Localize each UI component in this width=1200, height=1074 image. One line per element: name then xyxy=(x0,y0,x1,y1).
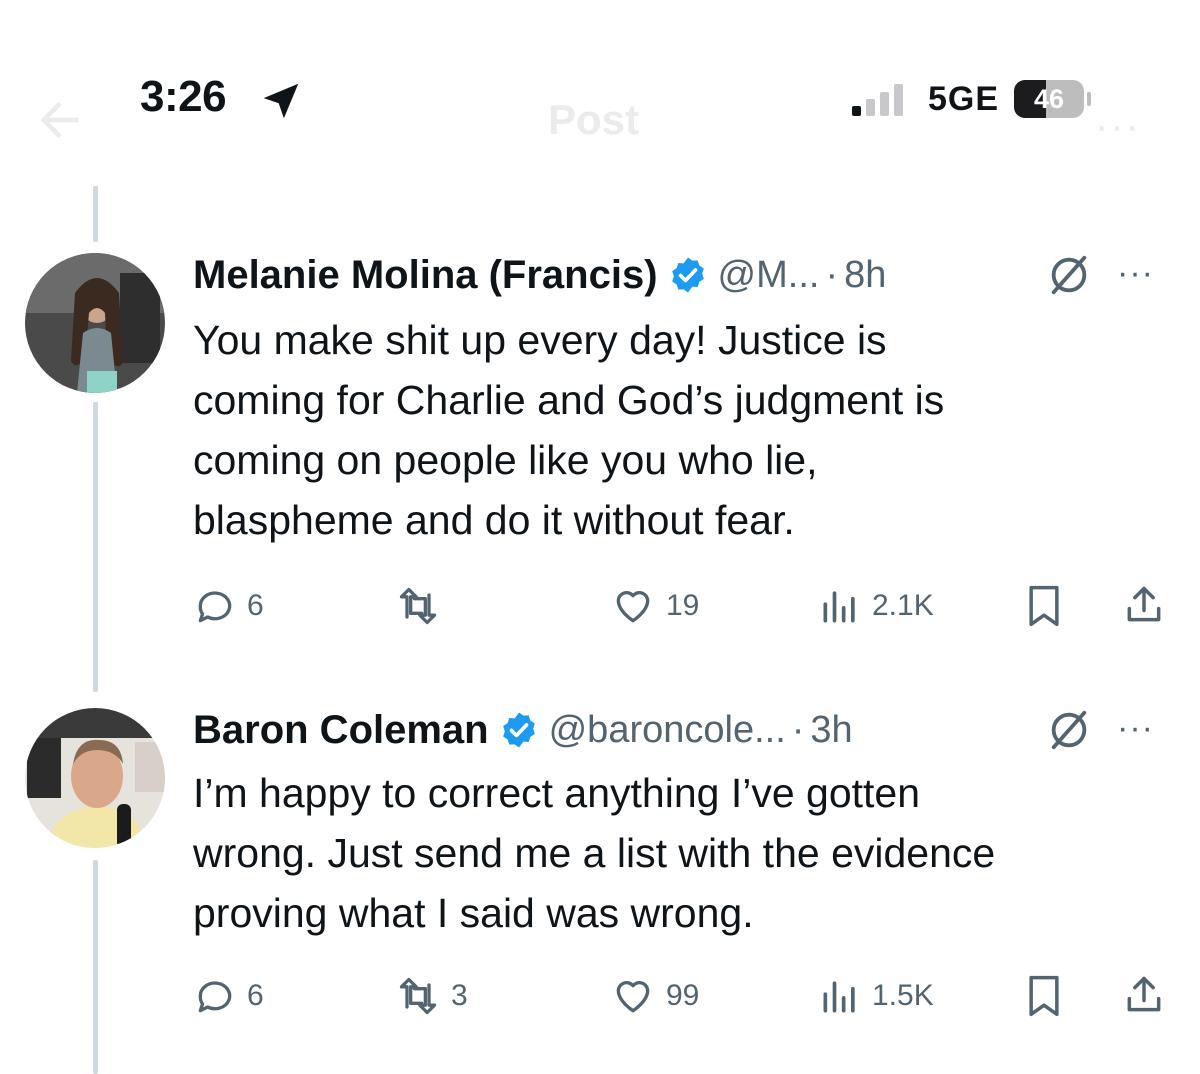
reply-count: 6 xyxy=(247,589,264,622)
verified-badge-icon xyxy=(671,257,704,293)
more-icon[interactable]: ··· xyxy=(1117,254,1154,293)
bookmark-button[interactable] xyxy=(1024,584,1064,628)
heart-icon xyxy=(616,591,650,623)
tweet-text-line: coming on people like you who lie, xyxy=(193,437,818,483)
timestamp[interactable]: 3h xyxy=(810,709,852,752)
share-icon xyxy=(1127,586,1161,622)
tweet-text-line: wrong. Just send me a list with the evid… xyxy=(193,830,996,876)
tweet-text-line: proving what I said was wrong. xyxy=(193,890,754,936)
separator: · xyxy=(825,253,839,296)
reply-icon xyxy=(198,591,232,623)
tweet-text-line: You make shit up every day! Justice is xyxy=(193,317,887,363)
share-button[interactable] xyxy=(1122,582,1166,628)
bookmark-button[interactable] xyxy=(1024,974,1064,1018)
views-button[interactable]: 2.1K xyxy=(818,584,934,628)
thread-line-bottom xyxy=(93,860,98,1074)
back-arrow-icon[interactable] xyxy=(32,92,88,148)
like-count: 19 xyxy=(666,589,700,622)
signal-icon xyxy=(852,84,903,116)
location-arrow-icon xyxy=(263,83,299,119)
reply-button[interactable]: 6 xyxy=(193,584,264,628)
tweet-header: Melanie Molina (Francis) @M... · 8h xyxy=(193,247,886,303)
avatar[interactable] xyxy=(25,708,165,848)
network-type: 5GE xyxy=(928,80,1000,118)
views-icon xyxy=(823,591,855,623)
tweet-text-line: I’m happy to correct anything I’ve gotte… xyxy=(193,770,921,816)
verified-badge-icon xyxy=(502,712,535,748)
header-title: Post xyxy=(548,96,640,143)
like-count: 99 xyxy=(666,979,700,1012)
separator: · xyxy=(791,708,805,751)
retweet-count: 3 xyxy=(451,979,468,1012)
like-button[interactable]: 19 xyxy=(610,584,699,628)
retweet-icon xyxy=(399,587,437,625)
battery-icon: 46 xyxy=(1014,80,1104,120)
status-time: 3:26 xyxy=(140,72,227,121)
display-name[interactable]: Baron Coleman xyxy=(193,708,489,753)
tweet-text-line: coming for Charlie and God’s judgment is xyxy=(193,377,945,423)
retweet-button[interactable] xyxy=(395,584,451,628)
avatar[interactable] xyxy=(25,253,165,393)
bookmark-icon xyxy=(1029,585,1059,627)
display-name[interactable]: Melanie Molina (Francis) xyxy=(193,253,658,298)
tweet-text-line: blaspheme and do it without fear. xyxy=(193,497,795,543)
battery-level: 46 xyxy=(1033,84,1065,114)
timestamp[interactable]: 8h xyxy=(844,254,886,297)
reply-icon xyxy=(198,981,232,1013)
tweet-text: You make shit up every day! Justice is c… xyxy=(193,310,1173,550)
like-button[interactable]: 99 xyxy=(610,974,699,1018)
thread-line-top xyxy=(93,186,98,242)
tweet-header: Baron Coleman @baroncole... · 3h xyxy=(193,702,853,758)
retweet-icon xyxy=(399,977,437,1015)
bookmark-icon xyxy=(1029,975,1059,1017)
views-count: 1.5K xyxy=(872,979,934,1012)
views-button[interactable]: 1.5K xyxy=(818,974,934,1018)
heart-icon xyxy=(616,981,650,1013)
views-icon xyxy=(823,981,855,1013)
reply-button[interactable]: 6 xyxy=(193,974,264,1018)
more-icon[interactable]: ··· xyxy=(1117,709,1154,748)
reply-count: 6 xyxy=(247,979,264,1012)
views-count: 2.1K xyxy=(872,589,934,622)
grok-icon[interactable] xyxy=(1046,252,1092,298)
battery-tip xyxy=(1087,92,1091,106)
share-icon xyxy=(1127,976,1161,1012)
handle[interactable]: @M... xyxy=(718,254,820,297)
share-button[interactable] xyxy=(1122,972,1166,1018)
grok-icon[interactable] xyxy=(1046,707,1092,753)
thread-line-middle xyxy=(93,402,98,692)
handle[interactable]: @baroncole... xyxy=(549,709,786,752)
tweet-text: I’m happy to correct anything I’ve gotte… xyxy=(193,763,1173,943)
retweet-button[interactable]: 3 xyxy=(395,974,468,1018)
